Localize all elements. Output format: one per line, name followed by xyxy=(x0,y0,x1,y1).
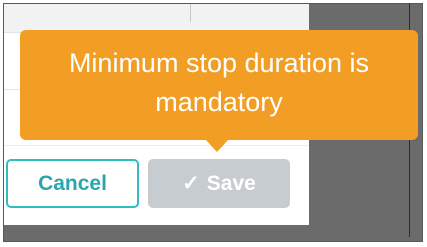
cancel-button[interactable]: Cancel xyxy=(6,159,139,208)
save-button-label: Save xyxy=(206,171,256,195)
save-button[interactable]: ✓ Save xyxy=(148,159,290,208)
column-divider xyxy=(190,4,191,22)
tooltip-line-2: mandatory xyxy=(155,87,283,117)
cancel-button-label: Cancel xyxy=(38,171,107,195)
check-icon: ✓ xyxy=(182,172,200,195)
dialog-row xyxy=(4,4,309,33)
validation-tooltip: Minimum stop duration is mandatory xyxy=(20,30,418,140)
tooltip-line-1: Minimum stop duration is xyxy=(68,48,370,78)
tooltip-arrow xyxy=(206,140,228,152)
